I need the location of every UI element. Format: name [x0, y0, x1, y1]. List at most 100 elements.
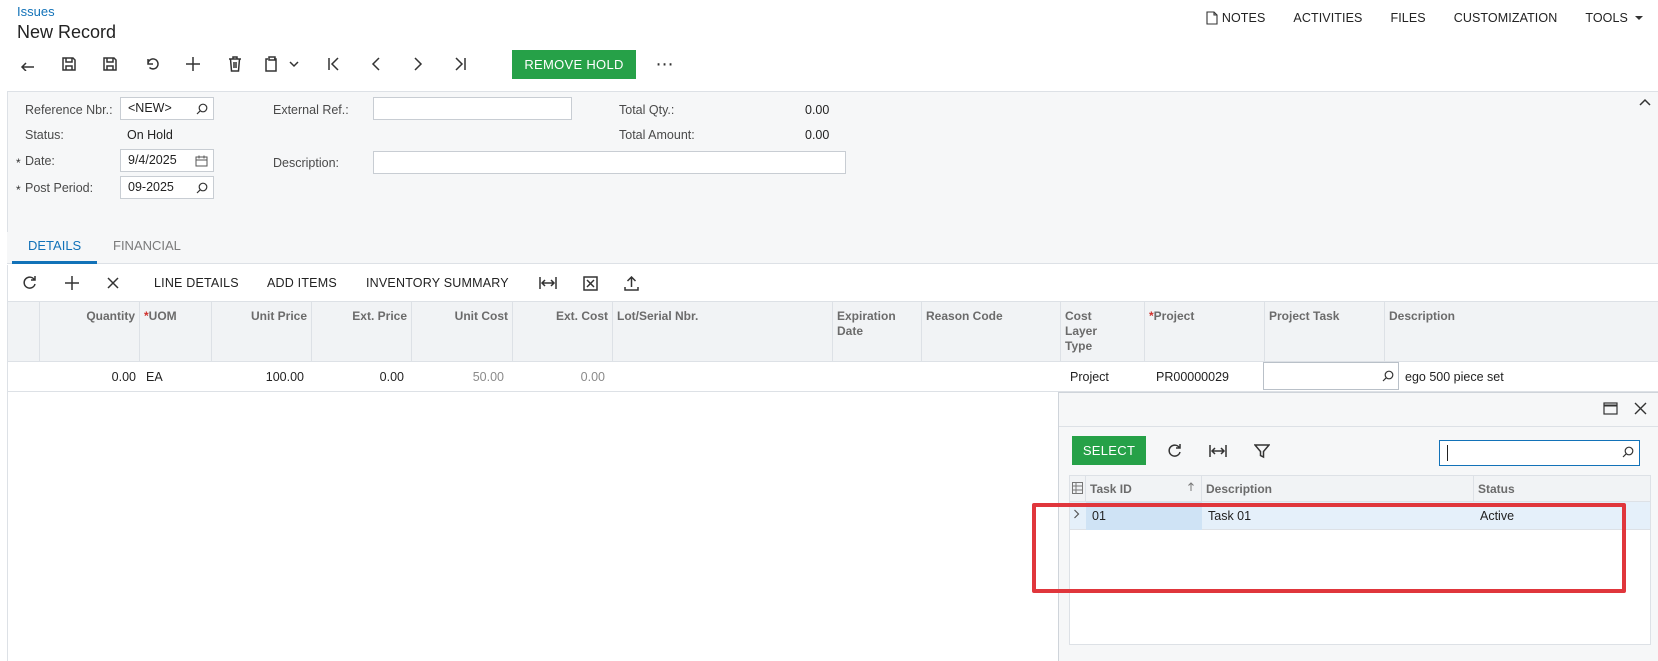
popup-fit-columns-button[interactable] [1205, 439, 1231, 463]
line-details-button[interactable]: LINE DETAILS [154, 269, 239, 297]
export-excel-button[interactable] [577, 269, 603, 297]
delete-button[interactable] [217, 48, 253, 80]
date-value: 9/4/2025 [128, 153, 177, 167]
column-reason-code[interactable]: Reason Code [922, 302, 1061, 362]
search-icon[interactable] [1382, 370, 1394, 382]
add-row-button[interactable] [58, 269, 86, 297]
cell-unit-price[interactable]: 100.00 [212, 362, 308, 392]
add-button[interactable] [175, 48, 211, 80]
column-uom[interactable]: *UOM [140, 302, 212, 362]
save-and-close-button[interactable] [51, 48, 87, 80]
notes-link[interactable]: NOTES [1206, 11, 1266, 25]
column-ext-cost[interactable]: Ext. Cost [513, 302, 613, 362]
search-icon[interactable] [196, 103, 208, 115]
row-expander[interactable] [1070, 502, 1086, 530]
customization-link[interactable]: CUSTOMIZATION [1454, 11, 1558, 25]
refresh-button[interactable] [16, 269, 44, 297]
project-task-input[interactable] [1263, 362, 1399, 390]
date-field[interactable]: 9/4/2025 [120, 149, 214, 172]
cell-task-id[interactable]: 01 [1086, 502, 1202, 530]
cell-ext-price[interactable]: 0.00 [312, 362, 408, 392]
copy-paste-button[interactable] [258, 48, 306, 80]
column-project[interactable]: *Project [1145, 302, 1265, 362]
next-record-button[interactable] [400, 48, 436, 80]
popup-refresh-button[interactable] [1162, 439, 1188, 463]
cell-description[interactable]: ego 500 piece set [1401, 362, 1601, 392]
last-record-button[interactable] [442, 48, 478, 80]
delete-row-button[interactable] [99, 269, 127, 297]
column-config-cell[interactable] [1070, 476, 1086, 502]
back-button[interactable] [10, 48, 46, 80]
total-qty-label: Total Qty.: [619, 103, 675, 117]
tab-details[interactable]: DETAILS [28, 238, 81, 253]
remove-hold-button[interactable]: REMOVE HOLD [512, 50, 636, 79]
task-grid-header: Task ID Description Status [1070, 476, 1650, 502]
close-icon[interactable] [1634, 402, 1647, 415]
column-task-id-label: Task ID [1090, 482, 1132, 496]
first-record-button[interactable] [316, 48, 352, 80]
popup-filter-button[interactable] [1249, 439, 1275, 463]
column-quantity[interactable]: Quantity [40, 302, 140, 362]
text-cursor [1447, 445, 1448, 461]
cell-uom[interactable]: EA [140, 362, 212, 392]
top-navigation: NOTES ACTIVITIES FILES CUSTOMIZATION TOO… [1206, 8, 1658, 28]
column-task-status[interactable]: Status [1474, 476, 1650, 502]
column-unit-price[interactable]: Unit Price [212, 302, 312, 362]
activities-link[interactable]: ACTIVITIES [1293, 11, 1362, 25]
upload-icon [623, 275, 639, 291]
task-row[interactable]: 01 Task 01 Active [1070, 502, 1650, 530]
filter-icon [1254, 444, 1270, 459]
column-uom-label: UOM [148, 309, 177, 323]
column-expiration-date[interactable]: Expiration Date [833, 302, 922, 362]
total-qty-value: 0.00 [805, 103, 830, 117]
task-selector-grid: Task ID Description Status 01 Task 01 Ac… [1069, 475, 1651, 645]
reference-nbr-field[interactable]: <NEW> [120, 97, 214, 120]
chevron-right-icon [414, 57, 423, 71]
column-task-id[interactable]: Task ID [1086, 476, 1202, 502]
cell-quantity[interactable]: 0.00 [40, 362, 140, 392]
inventory-summary-button[interactable]: INVENTORY SUMMARY [366, 269, 509, 297]
undo-arrow-icon [20, 62, 34, 71]
tab-financial[interactable]: FINANCIAL [113, 238, 181, 253]
search-icon[interactable] [1622, 446, 1634, 458]
date-label: Date: [25, 154, 55, 168]
column-unit-cost[interactable]: Unit Cost [412, 302, 513, 362]
calendar-icon[interactable] [195, 155, 208, 167]
save-button[interactable] [92, 48, 128, 80]
clipboard-icon [265, 56, 277, 72]
cancel-button[interactable] [134, 48, 170, 80]
external-ref-field[interactable] [373, 97, 572, 120]
files-link[interactable]: FILES [1390, 11, 1425, 25]
column-description[interactable]: Description [1385, 302, 1658, 362]
post-period-field[interactable]: 09-2025 [120, 176, 214, 199]
breadcrumb[interactable]: Issues [17, 4, 55, 19]
column-project-task[interactable]: Project Task [1265, 302, 1385, 362]
column-lot-serial[interactable]: Lot/Serial Nbr. [613, 302, 833, 362]
reference-nbr-label: Reference Nbr.: [25, 103, 113, 117]
upload-button[interactable] [618, 269, 644, 297]
cell-task-status[interactable]: Active [1474, 502, 1650, 530]
table-row[interactable]: 0.00 EA 100.00 0.00 50.00 0.00 Project P… [7, 362, 1658, 392]
page-title: New Record [17, 22, 117, 42]
column-cost-layer-type[interactable]: Cost Layer Type [1061, 302, 1145, 362]
popup-search-input[interactable] [1439, 440, 1640, 466]
select-button[interactable]: SELECT [1072, 436, 1146, 465]
previous-record-button[interactable] [358, 48, 394, 80]
search-icon[interactable] [196, 182, 208, 194]
collapse-icon[interactable] [1639, 98, 1651, 106]
column-ext-price[interactable]: Ext. Price [312, 302, 412, 362]
cell-cost-layer-type[interactable]: Project [1066, 362, 1146, 392]
description-field[interactable] [373, 151, 846, 174]
status-label: Status: [25, 128, 64, 142]
tools-menu[interactable]: TOOLS [1585, 11, 1648, 25]
cell-project[interactable]: PR00000029 [1152, 362, 1262, 392]
chevron-right-icon [1074, 509, 1080, 519]
add-items-button[interactable]: ADD ITEMS [267, 269, 337, 297]
main-toolbar: REMOVE HOLD ⋯ [10, 48, 674, 80]
popup-header [1059, 393, 1658, 427]
column-task-description[interactable]: Description [1202, 476, 1474, 502]
maximize-icon[interactable] [1603, 402, 1618, 415]
cell-task-description[interactable]: Task 01 [1202, 502, 1474, 530]
more-actions-button[interactable]: ⋯ [650, 48, 680, 80]
fit-columns-button[interactable] [535, 269, 561, 297]
